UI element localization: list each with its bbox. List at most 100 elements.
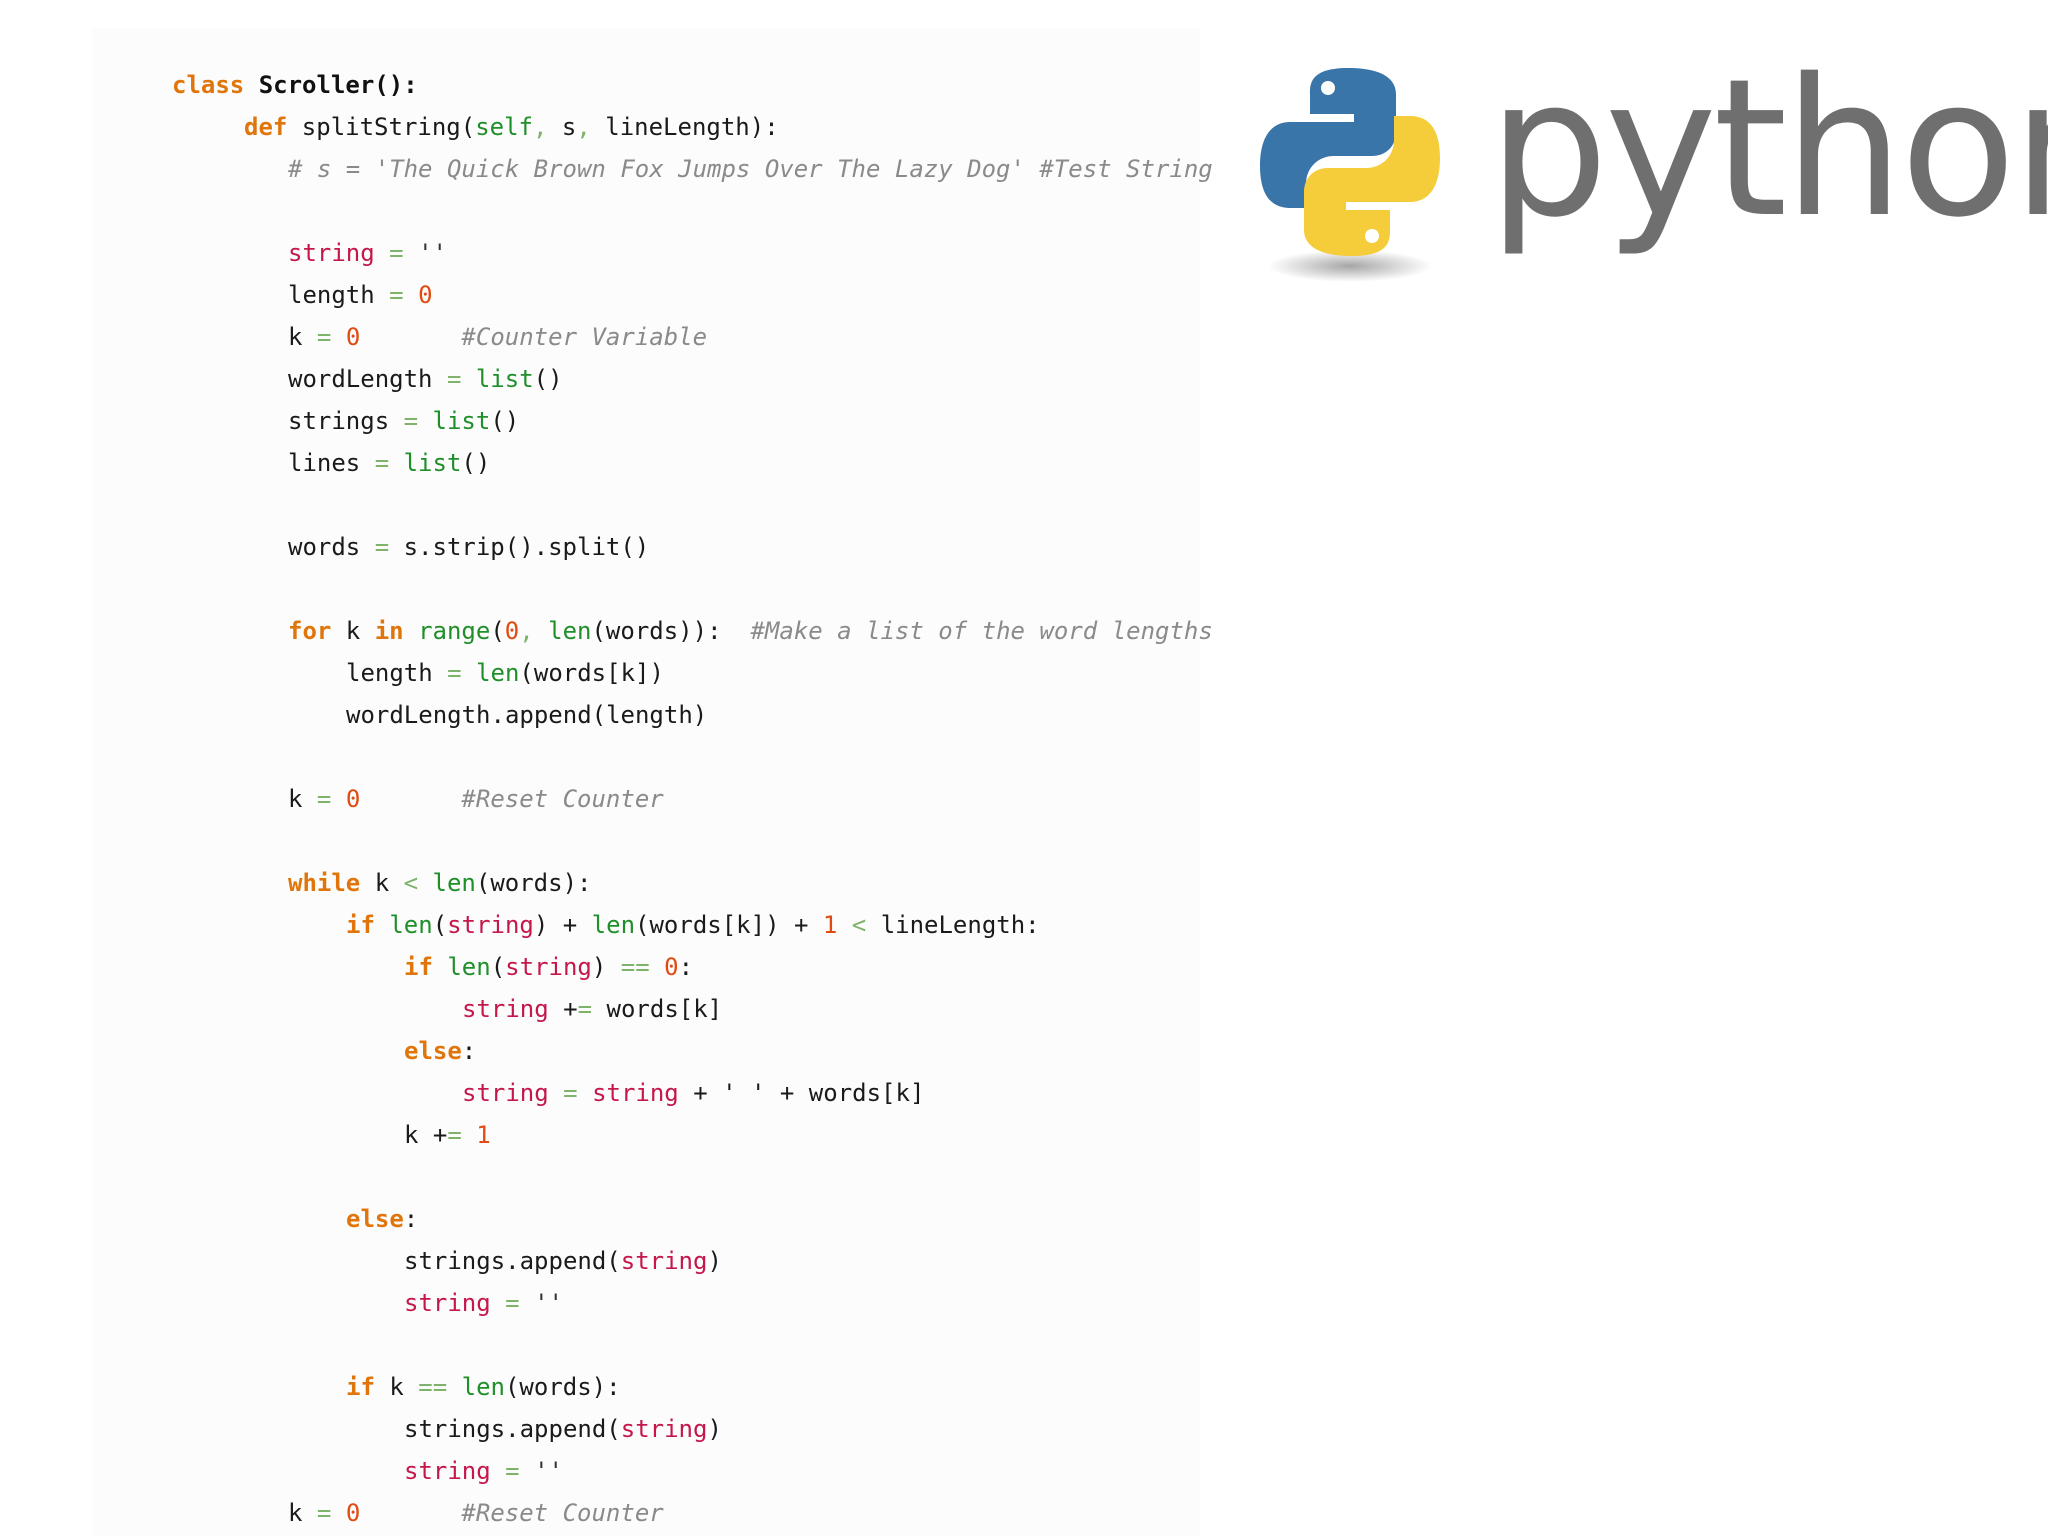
code-token: = (447, 1121, 477, 1149)
code-token: #Counter Variable (461, 323, 708, 351)
code-token: () (533, 365, 563, 393)
code-line: while k < len(words): (172, 862, 1213, 904)
code-token: class (172, 71, 259, 99)
code-token: else (404, 1037, 462, 1065)
code-token: list (432, 407, 491, 435)
code-token: s.strip().split() (403, 533, 650, 561)
code-token: list (403, 449, 462, 477)
code-token: 0 (345, 1499, 361, 1527)
code-token: string (462, 1079, 549, 1107)
code-token: = (432, 659, 477, 687)
code-token: while (288, 869, 375, 897)
code-token: : (403, 1205, 419, 1233)
code-token: self (475, 113, 533, 141)
code-token: , (519, 617, 549, 645)
code-line: strings.append(string) (172, 1240, 1213, 1282)
code-token: 0 (504, 617, 520, 645)
code-panel: class Scroller(): def splitString(self, s… (92, 28, 1213, 1536)
code-token: ) (707, 1415, 722, 1443)
code-token: , (576, 113, 606, 141)
code-token: = (360, 533, 404, 561)
code-token: k (374, 869, 404, 897)
code-token: '' (534, 1289, 563, 1317)
code-token: ) + (533, 911, 592, 939)
code-token: () (490, 407, 520, 435)
code-line: string = string + ' ' + words[k] (172, 1072, 1213, 1114)
code-token: < (403, 869, 433, 897)
code-token: ( (490, 617, 505, 645)
code-token: : (461, 1037, 477, 1065)
code-token: string (462, 995, 549, 1023)
code-line: k += 1 (172, 1114, 1213, 1156)
code-token: 0 (345, 323, 361, 351)
code-line: if k == len(words): (172, 1366, 1213, 1408)
code-token: + ' ' + words[k] (678, 1079, 925, 1107)
code-token: k (345, 617, 375, 645)
code-token: = (374, 281, 419, 309)
code-token: length (288, 281, 375, 309)
code-token: '' (418, 239, 447, 267)
code-token: , (532, 113, 562, 141)
code-token: list (475, 365, 534, 393)
python-logo: python (1250, 54, 2048, 300)
code-token: len (432, 869, 476, 897)
code-token: k (288, 1499, 303, 1527)
code-token: string (620, 1415, 708, 1443)
code-token: if (404, 953, 448, 981)
code-token: string (447, 911, 534, 939)
code-token: 0 (418, 281, 433, 309)
code-block: class Scroller(): def splitString(self, s… (172, 64, 1213, 1534)
code-token: length (346, 659, 433, 687)
code-line: class Scroller(): (172, 64, 1213, 106)
code-token: = (302, 1499, 346, 1527)
code-token: k (389, 1373, 419, 1401)
code-token: words[k] (606, 995, 723, 1023)
code-token: lineLength: (880, 911, 1040, 939)
code-token: lines (288, 449, 361, 477)
code-token: = (577, 995, 607, 1023)
code-token: k (288, 785, 303, 813)
code-token: = (302, 785, 346, 813)
code-token: if (346, 911, 390, 939)
code-token: ( (490, 953, 506, 981)
code-token: == (620, 953, 665, 981)
code-token: k (288, 323, 303, 351)
code-token: len (548, 617, 592, 645)
code-token: 1 (822, 911, 838, 939)
code-line: else: (172, 1030, 1213, 1072)
code-token: ) (707, 1247, 722, 1275)
python-logo-icon (1260, 68, 1440, 282)
code-line: k = 0 #Reset Counter (172, 1492, 1213, 1534)
code-line: wordLength = list() (172, 358, 1213, 400)
code-token: words (288, 533, 361, 561)
code-line: for k in range(0, len(words)): #Make a l… (172, 610, 1213, 652)
code-token: string (620, 1247, 708, 1275)
code-line: else: (172, 1198, 1213, 1240)
code-line: length = 0 (172, 274, 1213, 316)
code-token: wordLength (288, 365, 433, 393)
code-token: = (360, 449, 404, 477)
code-token: = (548, 1079, 593, 1107)
code-line: strings = list() (172, 400, 1213, 442)
code-token: len (461, 1373, 505, 1401)
code-token: string (505, 953, 592, 981)
code-token: range (418, 617, 491, 645)
code-token: = (302, 323, 346, 351)
code-token: strings (288, 407, 390, 435)
code-token: else (346, 1205, 404, 1233)
code-token: + (548, 995, 578, 1023)
code-token: (words)): (591, 617, 751, 645)
code-token: Scroller(): (258, 71, 418, 99)
code-token: in (374, 617, 419, 645)
code-token: strings.append( (404, 1415, 621, 1443)
code-token: len (389, 911, 433, 939)
code-token: = (374, 239, 419, 267)
code-line: # s = 'The Quick Brown Fox Jumps Over Th… (172, 148, 1213, 190)
code-token: len (591, 911, 636, 939)
code-token: if (346, 1373, 390, 1401)
code-token: strings.append( (404, 1247, 621, 1275)
